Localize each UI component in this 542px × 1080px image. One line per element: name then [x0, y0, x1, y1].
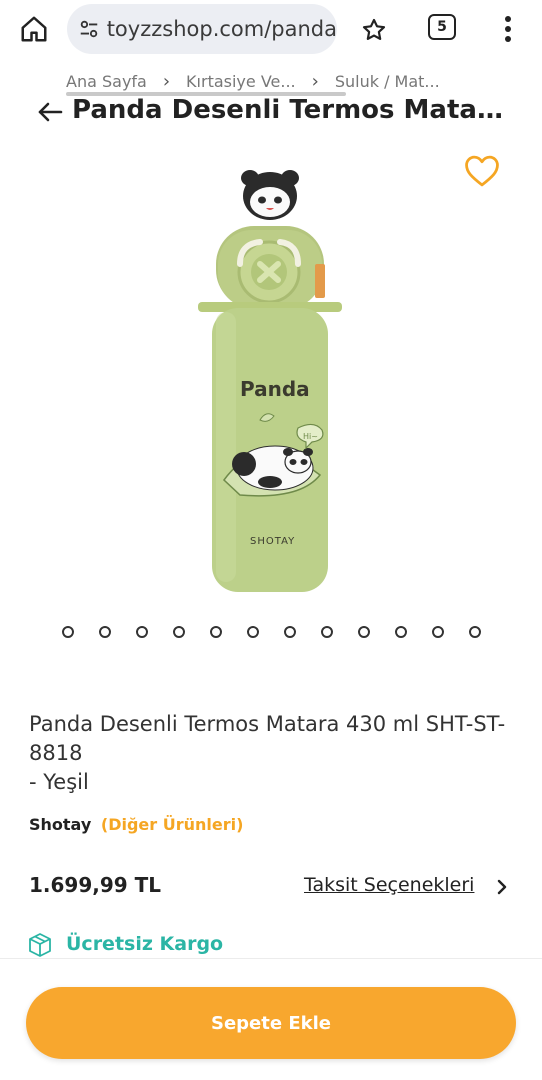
gallery-dot[interactable] — [99, 626, 111, 638]
package-icon — [28, 932, 52, 958]
tabs-button[interactable]: 5 — [428, 14, 456, 40]
breadcrumb-item-subcategory[interactable]: Suluk / Mat... — [335, 72, 440, 91]
chevron-right-icon[interactable] — [494, 878, 510, 896]
gallery-dot[interactable] — [395, 626, 407, 638]
installment-options-link[interactable]: Taksit Seçenekleri — [304, 874, 474, 896]
arrow-left-icon[interactable] — [34, 96, 66, 128]
add-to-cart-button[interactable]: Sepete Ekle — [26, 987, 516, 1059]
breadcrumb-item-category[interactable]: Kırtasiye Ve... — [186, 72, 296, 91]
gallery-dot[interactable] — [469, 626, 481, 638]
breadcrumb-item-home[interactable]: Ana Sayfa — [66, 72, 147, 91]
heart-icon[interactable] — [460, 150, 504, 192]
breadcrumb: Ana Sayfa › Kırtasiye Ve... › Suluk / Ma… — [66, 68, 440, 94]
product-name: Panda Desenli Termos Matara 430 ml SHT-S… — [29, 710, 519, 797]
gallery-dot[interactable] — [173, 626, 185, 638]
product-name-line: Panda Desenli Termos Matara 430 ml SHT-S… — [29, 712, 506, 765]
free-shipping-label: Ücretsiz Kargo — [66, 933, 224, 955]
gallery-dot[interactable] — [62, 626, 74, 638]
divider — [0, 958, 542, 959]
browser-toolbar: toyzzshop.com/panda 5 — [0, 0, 542, 66]
url-text[interactable]: toyzzshop.com/panda — [107, 17, 337, 41]
svg-text:SHOTAY: SHOTAY — [250, 536, 295, 547]
tune-icon[interactable] — [77, 16, 101, 42]
more-vert-icon[interactable] — [496, 12, 520, 46]
other-products-link[interactable]: (Diğer Ürünleri) — [101, 815, 244, 834]
breadcrumb-separator: › — [162, 70, 171, 92]
gallery-dot[interactable] — [136, 626, 148, 638]
product-variant: - Yeşil — [29, 770, 89, 794]
svg-text:Hi~: Hi~ — [303, 432, 318, 441]
brand-line: Shotay (Diğer Ürünleri) — [29, 815, 243, 834]
gallery-dot[interactable] — [358, 626, 370, 638]
page-title: Panda Desenli Termos Matara 430 ml SHT-S… — [72, 95, 512, 125]
image-pagination — [62, 626, 481, 638]
add-to-cart-label: Sepete Ekle — [211, 1012, 331, 1034]
gallery-dot[interactable] — [210, 626, 222, 638]
gallery-dot[interactable] — [247, 626, 259, 638]
product-price: 1.699,99 TL — [29, 873, 162, 897]
brand-name[interactable]: Shotay — [29, 815, 91, 834]
gallery-dot[interactable] — [432, 626, 444, 638]
product-image[interactable]: Panda SHOTAY Hi~ — [180, 160, 360, 600]
breadcrumb-separator: › — [311, 70, 319, 92]
svg-text:Panda: Panda — [240, 377, 310, 401]
tab-count: 5 — [437, 19, 447, 35]
address-bar[interactable]: toyzzshop.com/panda — [67, 4, 337, 54]
gallery-dot[interactable] — [284, 626, 296, 638]
home-icon[interactable] — [14, 12, 54, 46]
star-icon[interactable] — [356, 12, 392, 48]
gallery-dot[interactable] — [321, 626, 333, 638]
